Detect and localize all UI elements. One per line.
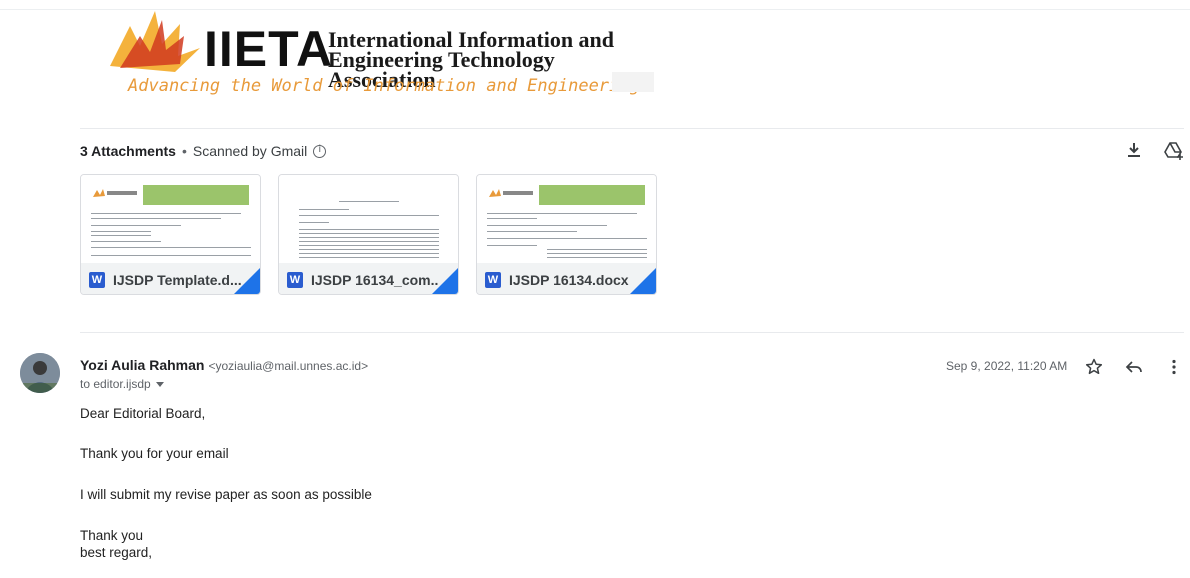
recipient-label: to editor.ijsdp [80,377,151,391]
attachment-card-1[interactable]: W IJSDP Template.d... [80,174,261,295]
attachment-preview [477,175,656,263]
body-greeting: Dear Editorial Board, [80,406,206,421]
add-to-drive-icon[interactable] [1163,140,1185,160]
sender-name[interactable]: Yozi Aulia Rahman [80,357,204,373]
body-closing: best regard, [80,545,153,560]
corner-fold [630,268,656,294]
info-icon[interactable] [313,144,327,158]
banner-tagline: Advancing the World of Information and E… [128,76,640,96]
body-line: Thank you for your email [80,446,229,461]
attachment-card-3[interactable]: W IJSDP 16134.docx [476,174,657,295]
more-vert-icon[interactable] [1164,357,1184,377]
scanned-label: Scanned by Gmail [192,143,308,159]
recipient-line[interactable]: to editor.ijsdp [80,377,164,391]
word-doc-icon: W [89,271,105,288]
maple-leaf-logo-icon [110,11,200,72]
iieta-logo-text: IIETA [204,21,334,77]
corner-fold [432,268,458,294]
divider [80,332,1184,333]
chevron-down-icon[interactable] [155,381,164,387]
iieta-banner: IIETA International Information and Engi… [96,0,656,108]
attachment-card-2[interactable]: W IJSDP 16134_com... [278,174,459,295]
download-all-icon[interactable] [1124,140,1144,160]
word-doc-icon: W [485,271,501,288]
attachment-preview [81,175,260,263]
message-date: Sep 9, 2022, 11:20 AM [946,359,1068,373]
corner-fold [234,268,260,294]
divider [80,128,1184,129]
star-icon[interactable] [1084,357,1104,377]
reply-icon[interactable] [1124,357,1144,377]
sender-email: <yoziaulia@mail.unnes.ac.id> [208,359,369,373]
body-line: I will submit my revise paper as soon as… [80,487,372,502]
sender-line: Yozi Aulia Rahman <yoziaulia@mail.unnes.… [80,357,368,373]
word-doc-icon: W [287,271,303,288]
attachment-filename: IJSDP 16134.docx [509,271,629,288]
avatar[interactable] [20,353,60,393]
attachments-header: 3 Attachments • Scanned by Gmail [80,143,327,159]
attachment-filename: IJSDP 16134_com... [311,271,439,288]
avatar-photo-icon [20,353,60,393]
banner-placeholder-box [612,72,654,92]
separator-dot: • [181,143,187,159]
attachment-filename: IJSDP Template.d... [113,271,241,288]
body-closing: Thank you [80,528,144,543]
attachment-preview [279,175,458,263]
attachments-count: 3 Attachments [80,143,176,159]
